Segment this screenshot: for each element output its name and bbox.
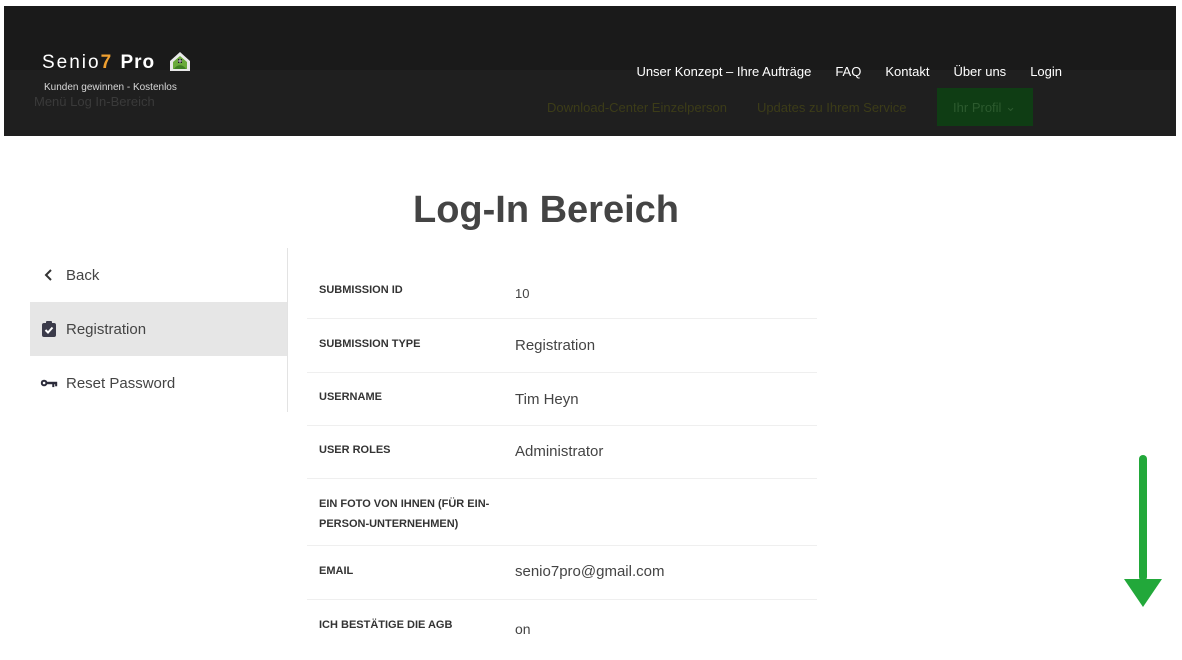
field-label: EIN FOTO VON IHNEN (FÜR EIN-PERSON-UNTER… bbox=[319, 498, 490, 530]
key-icon bbox=[40, 377, 58, 389]
nav-item-login[interactable]: Login bbox=[1030, 64, 1062, 79]
account-sidebar: Back Registration Reset Password bbox=[30, 248, 288, 412]
ghost-download-center-link: Download-Center Einzelperson bbox=[547, 99, 727, 115]
field-value: Tim Heyn bbox=[515, 391, 579, 408]
field-value: Registration bbox=[515, 337, 596, 354]
sidebar-item-back[interactable]: Back bbox=[30, 248, 287, 302]
logo-name-pro: Pro bbox=[120, 52, 156, 73]
field-value: Administrator bbox=[515, 443, 604, 460]
field-label: SUBMISSION TYPE bbox=[319, 338, 421, 350]
table-row: EMAIL senio7pro@gmail.com bbox=[307, 546, 817, 600]
site-header: Menü Log In-Bereich Senio7 Pro Kunden ge… bbox=[4, 6, 1176, 136]
ghost-menu-label: Menü Log In-Bereich bbox=[34, 94, 155, 109]
table-row: SUBMISSION ID 10 bbox=[307, 266, 817, 319]
field-value: 10 bbox=[515, 286, 530, 301]
table-row: ICH BESTÄTIGE DIE AGB on bbox=[307, 600, 817, 660]
page-title: Log-In Bereich bbox=[412, 189, 680, 232]
sidebar-item-reset-password[interactable]: Reset Password bbox=[30, 356, 287, 410]
clipboard-check-icon bbox=[40, 320, 58, 338]
sidebar-item-label: Back bbox=[66, 266, 100, 284]
house-icon bbox=[168, 50, 192, 78]
nav-item-kontakt[interactable]: Kontakt bbox=[885, 64, 929, 79]
ghost-profile-button: Ihr Profil ⌄ bbox=[936, 88, 1033, 126]
sidebar-item-label: Registration bbox=[66, 320, 147, 338]
table-row: SUBMISSION TYPE Registration bbox=[307, 319, 817, 373]
sidebar-item-registration[interactable]: Registration bbox=[30, 302, 287, 356]
ghost-profile-label: Ihr Profil bbox=[953, 99, 1002, 115]
logo-tagline: Kunden gewinnen - Kostenlos bbox=[44, 82, 177, 93]
field-value bbox=[507, 494, 817, 545]
field-label: USER ROLES bbox=[319, 444, 391, 456]
field-label: ICH BESTÄTIGE DIE AGB bbox=[319, 619, 453, 631]
table-row: EIN FOTO VON IHNEN (FÜR EIN-PERSON-UNTER… bbox=[307, 479, 817, 546]
main-nav: Unser Konzept – Ihre Aufträge FAQ Kontak… bbox=[636, 64, 1062, 79]
chevron-left-icon bbox=[40, 269, 58, 281]
field-label: USERNAME bbox=[319, 391, 382, 403]
field-value: on bbox=[515, 621, 531, 637]
site-logo[interactable]: Senio7 Pro Kunden gewinnen - Kostenlos bbox=[42, 50, 192, 93]
nav-item-konzept[interactable]: Unser Konzept – Ihre Aufträge bbox=[636, 64, 811, 79]
logo-name-seven: 7 bbox=[100, 52, 114, 73]
table-row: USERNAME Tim Heyn bbox=[307, 373, 817, 426]
field-value: senio7pro@gmail.com bbox=[515, 563, 665, 580]
logo-wordmark: Senio7 Pro bbox=[42, 50, 192, 78]
sidebar-item-label: Reset Password bbox=[66, 374, 176, 392]
ghost-subnav: Download-Center Einzelperson Updates zu … bbox=[547, 88, 1033, 126]
table-row: USER ROLES Administrator bbox=[307, 426, 817, 479]
scroll-down-arrow-icon bbox=[1122, 455, 1164, 614]
field-label: EMAIL bbox=[319, 565, 354, 577]
nav-item-ueber-uns[interactable]: Über uns bbox=[953, 64, 1006, 79]
nav-item-faq[interactable]: FAQ bbox=[835, 64, 861, 79]
field-label: SUBMISSION ID bbox=[319, 284, 403, 296]
submission-details-table: SUBMISSION ID 10 SUBMISSION TYPE Registr… bbox=[307, 266, 817, 660]
ghost-updates-link: Updates zu Ihrem Service bbox=[756, 99, 907, 115]
logo-name-part1: Senio bbox=[42, 52, 101, 73]
